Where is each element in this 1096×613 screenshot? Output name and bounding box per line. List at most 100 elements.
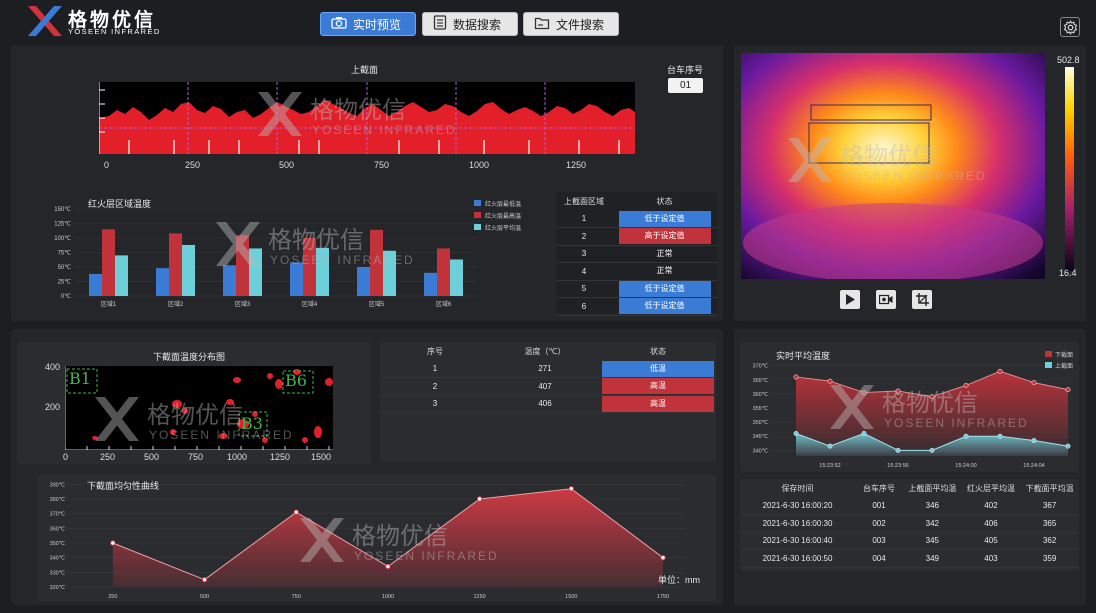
bar — [249, 248, 262, 296]
lower-heatmap-card: 下截面温度分布图 B1 B6 B3 400 200 0 250 500 750 … — [17, 342, 371, 464]
region-status-table: 上截面区域 状态 1 低于设定值 2 高于设定值 3 正常 4 正常 5 低于设定值 6 低于… — [556, 192, 717, 316]
data-point — [895, 388, 901, 394]
y-tick-label: 350℃ — [50, 541, 66, 547]
settings-gear-icon[interactable] — [1060, 17, 1080, 37]
crop-icon[interactable] — [912, 290, 932, 309]
data-point — [110, 540, 116, 546]
map-x-tick: 1250 — [270, 452, 291, 462]
map-x-tick: 750 — [188, 452, 204, 462]
data-point — [997, 433, 1003, 439]
data-point — [929, 447, 935, 453]
realtime-chart-card: 370℃ 365℃ 360℃ 355℃ 350℃ 345℃ 340℃ 15:23:52 15:2… — [740, 342, 1079, 472]
thermal-image[interactable] — [741, 53, 1045, 279]
row-temp: 406 — [490, 395, 600, 413]
x-tick-label: 15:23:52 — [819, 463, 840, 469]
data-point — [827, 378, 833, 384]
status-badge: 低于设定值 — [618, 298, 711, 315]
bar — [424, 272, 437, 296]
thermal-min-value: 16.4 — [1059, 268, 1077, 278]
box-label-b3: B3 — [241, 414, 263, 433]
document-icon — [433, 15, 447, 33]
uniformity-title: 下截面均匀性曲线 — [87, 481, 160, 491]
cell: 2021-6-30 16:00:20 — [740, 497, 855, 515]
data-point — [963, 382, 969, 388]
box-label-b6: B6 — [285, 371, 307, 390]
brand-logo-icon — [28, 6, 62, 36]
table-row: 2 407 高温 — [380, 377, 716, 396]
thermal-max-value: 502.8 — [1057, 55, 1080, 65]
cell: 367 — [1020, 497, 1079, 515]
data-point — [1065, 387, 1071, 393]
map-y-tick: 200 — [45, 402, 61, 412]
history-table: 保存时间 台车序号 上截面平均温 红火层平均温 下截面平均温 2021-6-30… — [740, 479, 1079, 571]
y-tick-label: 0℃ — [61, 294, 71, 300]
lower-section-panel: 下截面温度分布图 B1 B6 B3 400 200 0 250 500 750 … — [11, 329, 723, 605]
table-row: 5 低于设定值 — [556, 280, 717, 298]
x-tick-label: 区域5 — [369, 300, 385, 308]
fire-col-header: 红火层平均温 — [966, 483, 1015, 493]
x-tick-label: 区域1 — [101, 300, 117, 308]
map-x-tick: 250 — [100, 452, 116, 462]
uniformity-unit: 单位：mm — [658, 575, 700, 585]
legend-swatch — [474, 224, 481, 230]
lower-map-title: 下截面温度分布图 — [153, 352, 226, 362]
data-point — [201, 576, 208, 583]
x-tick-label: 区域6 — [436, 300, 452, 308]
file-search-label: 文件搜索 — [556, 17, 605, 32]
cell: 345 — [903, 532, 962, 550]
status-badge: 高于设定值 — [618, 228, 711, 245]
play-icon[interactable] — [840, 290, 860, 309]
car-number-label: 台车序号 — [667, 65, 704, 75]
x-tick-label: 250 — [108, 594, 117, 600]
thermal-colorbar — [1065, 67, 1074, 271]
data-point — [895, 447, 901, 453]
upper-profile-chart — [99, 82, 635, 154]
upper-x-tick: 0 — [104, 160, 110, 170]
cell: 359 — [1020, 549, 1079, 568]
cell: 406 — [961, 514, 1021, 533]
bar — [450, 259, 463, 296]
legend-swatch — [474, 200, 481, 206]
file-search-button[interactable]: 文件搜索 — [523, 12, 619, 36]
x-tick-label: 15:24:04 — [1023, 463, 1044, 469]
upper-x-tick: 1000 — [469, 160, 490, 170]
status-col-header: 状态 — [656, 196, 673, 206]
status-badge: 高温 — [602, 395, 714, 412]
bar — [303, 238, 316, 296]
brand-name-en: YOSEEN INFRARED — [68, 27, 161, 36]
x-tick-label: 区域4 — [302, 300, 318, 308]
region-col-header: 上截面区域 — [564, 196, 604, 206]
x-tick-label: 15:23:56 — [887, 463, 908, 469]
data-search-button[interactable]: 数据搜索 — [422, 12, 518, 36]
upper-x-tick: 250 — [185, 160, 201, 170]
table-row: 2 高于设定值 — [556, 227, 717, 246]
legend-label: 红火层平均温 — [485, 226, 522, 232]
bar — [223, 265, 236, 296]
table-row: 2021-6-30 16:00:40 003 345 405 362 — [740, 532, 1079, 550]
cell: 346 — [903, 497, 962, 515]
bar — [236, 235, 249, 296]
temp-col-header: 温度（℃） — [524, 346, 566, 356]
cell: 2021-6-30 16:00:50 — [740, 549, 855, 568]
y-tick-label: 350℃ — [753, 420, 769, 426]
table-row: 2021-6-30 16:00:50 004 349 403 359 — [740, 549, 1079, 568]
cell: 402 — [961, 497, 1021, 515]
y-tick-label: 390℃ — [50, 482, 66, 488]
realtime-preview-button[interactable]: 实时预览 — [320, 12, 416, 36]
legend-swatch — [474, 212, 481, 218]
table-row: 2021-6-30 16:00:30 002 342 406 365 — [740, 514, 1079, 533]
bar — [316, 247, 329, 296]
record-icon[interactable] — [876, 290, 896, 309]
thermal-view-panel: 502.8 16.4 — [734, 45, 1086, 321]
bar — [89, 273, 102, 296]
x-tick-label: 750 — [292, 594, 301, 600]
table-row: 3 正常 — [556, 245, 717, 263]
data-point — [997, 368, 1003, 374]
data-point — [929, 394, 935, 400]
data-point — [793, 374, 799, 380]
x-tick-label: 15:24:00 — [955, 463, 976, 469]
upper-x-tick: 750 — [374, 160, 390, 170]
y-tick-label: 330℃ — [50, 570, 66, 576]
legend-swatch — [1045, 362, 1052, 368]
status-badge: 低温 — [602, 360, 714, 377]
